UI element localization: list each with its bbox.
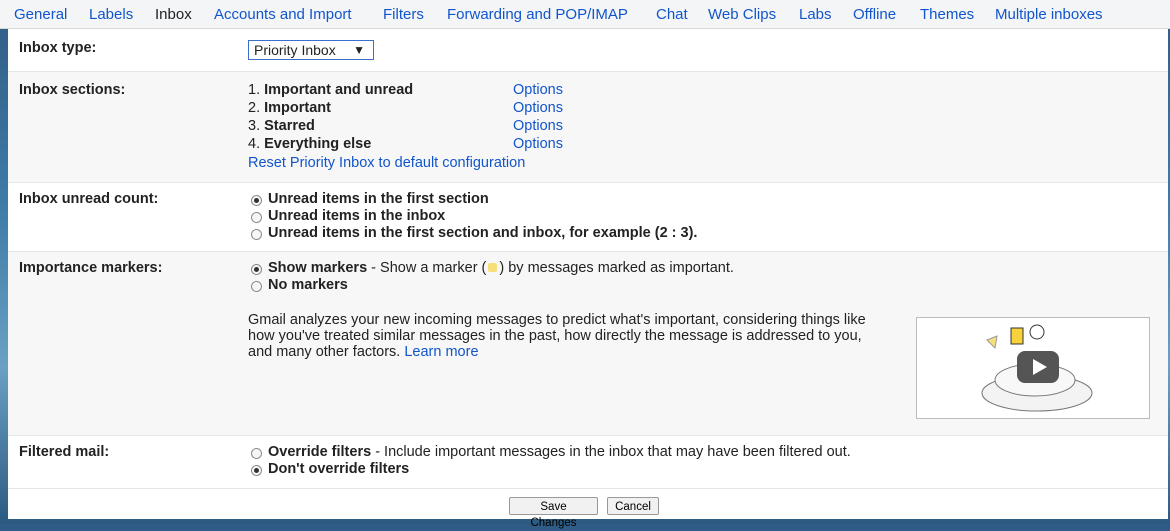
show-markers-desc-end: ) by messages marked as important. — [499, 260, 734, 276]
importance-marker-icon — [488, 263, 498, 272]
tab-labels[interactable]: Labels — [89, 6, 133, 23]
unread-count-label: Inbox unread count: — [19, 191, 159, 207]
priority-inbox-video[interactable] — [916, 317, 1150, 419]
unread-inbox-label: Unread items in the inbox — [268, 208, 446, 224]
section-number: 4. — [248, 136, 261, 152]
override-filters-text: Override filters - Include important mes… — [268, 444, 851, 460]
unread-both-radio[interactable] — [251, 229, 262, 240]
unread-count-row: Inbox unread count: Unread items in the … — [8, 183, 1168, 252]
tab-offline[interactable]: Offline — [853, 6, 896, 23]
section-number: 2. — [248, 100, 261, 116]
inbox-type-value: Priority Inbox — [254, 42, 336, 58]
importance-markers-label: Importance markers: — [19, 260, 163, 276]
save-changes-button[interactable]: Save Changes — [509, 497, 598, 529]
settings-tabs: General Labels Inbox Accounts and Import… — [0, 0, 1170, 29]
filtered-mail-row: Filtered mail: Override filters - Includ… — [8, 436, 1168, 489]
learn-more-link[interactable]: Learn more — [404, 344, 478, 360]
section-number: 1. — [248, 82, 261, 98]
show-markers-radio[interactable] — [251, 264, 262, 275]
section-3-options-link[interactable]: Options — [513, 118, 563, 134]
dont-override-filters-label: Don't override filters — [268, 461, 410, 477]
section-4-options-link[interactable]: Options — [513, 136, 563, 152]
section-item-3: 3. Starred — [248, 118, 315, 134]
tab-inbox[interactable]: Inbox — [147, 0, 200, 29]
override-filters-radio[interactable] — [251, 448, 262, 459]
tab-themes[interactable]: Themes — [920, 6, 974, 23]
tab-forwarding[interactable]: Forwarding and POP/IMAP — [447, 6, 628, 23]
section-name: Important — [264, 100, 331, 116]
section-number: 3. — [248, 118, 261, 134]
tab-multiple-inboxes[interactable]: Multiple inboxes — [995, 6, 1103, 23]
dropdown-arrow-icon: ▼ — [353, 43, 365, 57]
cancel-button[interactable]: Cancel — [607, 497, 659, 515]
tab-chat[interactable]: Chat — [656, 6, 688, 23]
dont-override-filters-radio[interactable] — [251, 465, 262, 476]
unread-both-label: Unread items in the first section and in… — [268, 225, 698, 241]
tab-labs[interactable]: Labs — [799, 6, 832, 23]
section-name: Starred — [264, 118, 315, 134]
filtered-mail-label: Filtered mail: — [19, 444, 110, 460]
inbox-sections-row: Inbox sections: 1. Important and unread … — [8, 72, 1168, 183]
show-markers-text: Show markers - Show a marker ( ) by messa… — [268, 260, 734, 276]
tab-web-clips[interactable]: Web Clips — [708, 6, 776, 23]
section-name: Everything else — [264, 136, 372, 152]
show-markers-label: Show markers — [268, 260, 368, 276]
unread-inbox-radio[interactable] — [251, 212, 262, 223]
tab-accounts-and-import[interactable]: Accounts and Import — [214, 6, 352, 23]
importance-description: Gmail analyzes your new incoming message… — [248, 312, 888, 360]
tab-general[interactable]: General — [14, 6, 67, 23]
tab-filters[interactable]: Filters — [383, 6, 424, 23]
inbox-type-select[interactable]: Priority Inbox ▼ — [248, 40, 374, 60]
section-name: Important and unread — [264, 82, 414, 98]
settings-panel: Inbox type: Priority Inbox ▼ Inbox secti… — [8, 29, 1168, 529]
section-1-options-link[interactable]: Options — [513, 82, 563, 98]
section-2-options-link[interactable]: Options — [513, 100, 563, 116]
inbox-sections-label: Inbox sections: — [19, 82, 126, 98]
no-markers-radio[interactable] — [251, 281, 262, 292]
override-filters-desc: - Include important messages in the inbo… — [371, 444, 851, 460]
inbox-type-row: Inbox type: Priority Inbox ▼ — [8, 29, 1168, 72]
override-filters-label: Override filters — [268, 444, 372, 460]
section-item-4: 4. Everything else — [248, 136, 371, 152]
play-icon[interactable] — [1017, 351, 1059, 383]
section-item-1: 1. Important and unread — [248, 82, 413, 98]
inbox-type-label: Inbox type: — [19, 40, 97, 56]
unread-first-section-radio[interactable] — [251, 195, 262, 206]
no-markers-label: No markers — [268, 277, 348, 293]
section-item-2: 2. Important — [248, 100, 331, 116]
importance-description-text: Gmail analyzes your new incoming message… — [248, 312, 866, 360]
reset-priority-inbox-link[interactable]: Reset Priority Inbox to default configur… — [248, 155, 525, 171]
show-markers-desc: - Show a marker ( — [367, 260, 487, 276]
unread-first-section-label: Unread items in the first section — [268, 191, 489, 207]
